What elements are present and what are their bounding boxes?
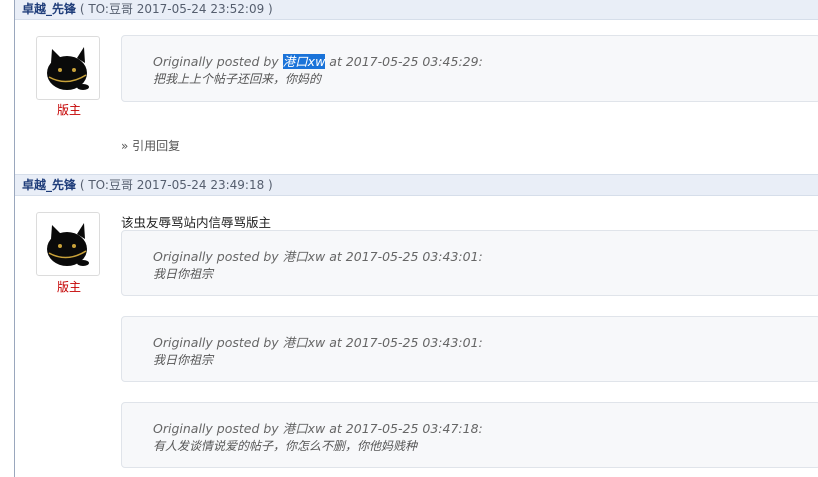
post-meta: ( TO:豆哥 2017-05-24 23:52:09 ) <box>79 2 273 16</box>
author-link[interactable]: 卓越_先锋 <box>22 2 76 16</box>
black-cat-avatar-icon <box>47 47 89 90</box>
quote-header: Originally posted by 港口xw at 2017-05-25 … <box>153 249 483 264</box>
role-badge: 版主 <box>56 103 81 117</box>
quote-block: Originally posted by 港口xw at 2017-05-25 … <box>121 316 818 382</box>
quote-suffix: at 2017-05-25 03:45:29: <box>329 54 483 69</box>
quote-prefix: Originally posted by <box>153 54 279 69</box>
black-cat-avatar-icon <box>47 223 89 266</box>
post-header: 卓越_先锋 ( TO:豆哥 2017-05-24 23:49:18 ) <box>15 174 818 196</box>
quote-text: 有人发谈情说爱的帖子，你怎么不删，你他妈贱种 <box>153 439 418 453</box>
quote-user-link[interactable]: 港口xw <box>282 54 326 69</box>
quote-block: Originally posted by 港口xw at 2017-05-25 … <box>121 35 818 102</box>
quote-block: Originally posted by 港口xw at 2017-05-25 … <box>121 230 818 296</box>
quote-block: Originally posted by 港口xw at 2017-05-25 … <box>121 402 818 468</box>
quote-reply-link[interactable]: » 引用回复 <box>121 137 180 154</box>
post-meta: ( TO:豆哥 2017-05-24 23:49:18 ) <box>79 178 273 192</box>
quote-header: Originally posted by 港口xw at 2017-05-25 … <box>153 421 483 436</box>
quote-text: 把我上上个帖子还回来，你妈的 <box>153 72 322 86</box>
post-header: 卓越_先锋 ( TO:豆哥 2017-05-24 23:52:09 ) <box>15 0 818 20</box>
avatar[interactable] <box>36 212 100 276</box>
role-badge: 版主 <box>56 280 81 294</box>
post-body-text: 该虫友辱骂站内信辱骂版主 <box>121 215 272 230</box>
avatar[interactable] <box>36 36 100 100</box>
quote-header: Originally posted by 港口xw at 2017-05-25 … <box>153 335 483 350</box>
quote-header: Originally posted by 港口xw at 2017-05-25 … <box>153 51 483 70</box>
quote-text: 我日你祖宗 <box>153 267 214 281</box>
author-link[interactable]: 卓越_先锋 <box>22 178 76 192</box>
quote-text: 我日你祖宗 <box>153 353 214 367</box>
thread-left-border <box>14 0 15 477</box>
